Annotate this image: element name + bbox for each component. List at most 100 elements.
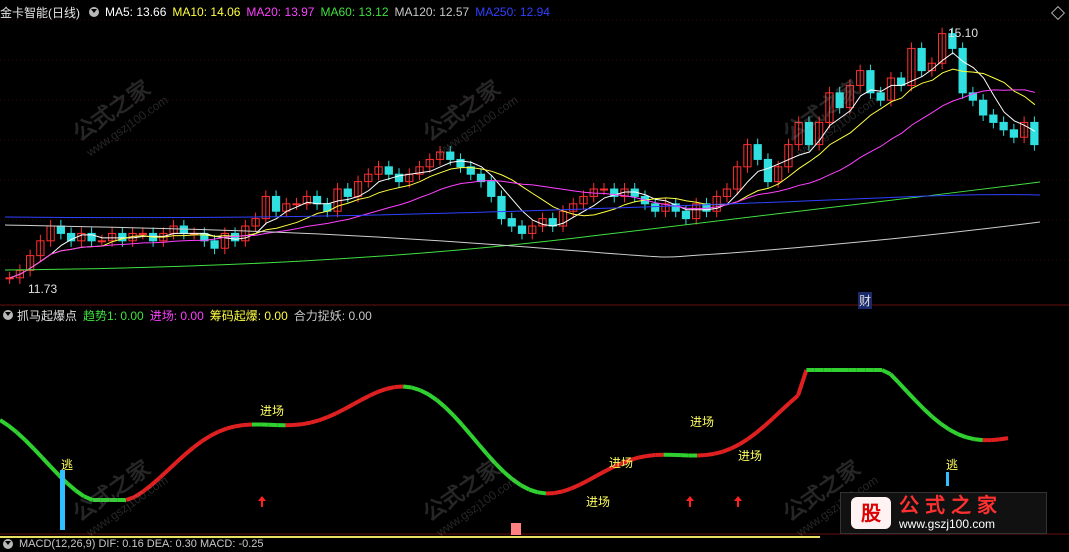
indicator-segment xyxy=(722,449,730,452)
indicator-segment xyxy=(50,466,58,475)
candle xyxy=(488,182,495,197)
indicator-segment xyxy=(34,449,42,458)
candle xyxy=(1031,122,1038,144)
indicator-segment xyxy=(67,483,75,490)
indicator-header: 抓马起爆点 趋势1: 0.00 进场: 0.00 筹码起爆: 0.00 合力捉妖… xyxy=(0,307,378,323)
indicator-segment xyxy=(0,420,8,426)
indicator-segment xyxy=(428,394,436,400)
candle xyxy=(385,167,392,174)
indicator-segment xyxy=(638,456,646,458)
indicator-segment xyxy=(781,403,789,411)
indicator-segment xyxy=(773,411,781,419)
indicator-segment xyxy=(302,423,310,425)
up-arrow-icon xyxy=(734,496,742,507)
candle xyxy=(764,159,771,181)
ma20-value: MA20: 13.97 xyxy=(246,5,314,19)
indicator-segment xyxy=(890,374,898,383)
indicator-segment xyxy=(882,370,890,374)
macd-dropdown-icon[interactable] xyxy=(3,539,13,549)
candle xyxy=(980,100,987,115)
indicator-segment xyxy=(42,457,50,466)
indicator-segment xyxy=(647,455,655,456)
brand-logo-icon: 股 xyxy=(851,497,891,529)
indicator-segment xyxy=(529,490,537,493)
entry-signal-label: 进场 xyxy=(609,454,633,471)
indicator-segment xyxy=(949,430,957,434)
indicator-segment xyxy=(386,387,394,389)
indicator-segment xyxy=(941,424,949,430)
macd-header: MACD(12,26,9) DIF: 0.16 DEA: 0.30 MACD: … xyxy=(0,536,270,552)
candle xyxy=(180,226,187,233)
chart-canvas[interactable] xyxy=(0,0,1069,547)
indicator-segment xyxy=(344,405,352,410)
up-arrow-icon xyxy=(686,496,694,507)
stock-title[interactable]: 金卡智能(日线) xyxy=(0,4,80,21)
indicator-segment xyxy=(974,439,982,440)
escape-bar xyxy=(60,470,65,530)
indicator-segment xyxy=(764,418,772,426)
indicator-segment xyxy=(1000,438,1008,439)
indicator-segment xyxy=(563,489,571,492)
escape-signal-label: 逃 xyxy=(61,456,73,473)
indicator-segment xyxy=(907,392,915,401)
brand-badge[interactable]: 股 公式之家 www.gszj100.com xyxy=(840,492,1047,534)
candle xyxy=(652,204,659,211)
candle xyxy=(293,204,300,205)
indicator-segment xyxy=(756,426,764,433)
macd-values: MACD(12,26,9) DIF: 0.16 DEA: 0.30 MACD: … xyxy=(19,538,264,550)
indicator-segment xyxy=(378,389,386,392)
indicator-name[interactable]: 抓马起爆点 xyxy=(17,307,77,324)
high-price-label: 15.10 xyxy=(948,26,978,40)
indicator-segment xyxy=(470,435,478,445)
indicator-segment xyxy=(168,462,176,470)
entry-signal-label: 进场 xyxy=(260,402,284,419)
indicator-segment xyxy=(538,492,546,493)
candle xyxy=(754,145,761,160)
indicator-segment xyxy=(596,471,604,476)
candle xyxy=(313,196,320,203)
indicator-segment xyxy=(798,370,806,396)
finance-marker[interactable]: 财 xyxy=(858,292,872,309)
indicator-segment xyxy=(445,407,453,415)
indicator-segment xyxy=(294,424,302,425)
candle xyxy=(1000,122,1007,129)
indicator-segment xyxy=(571,485,579,489)
indicator-segment xyxy=(554,491,562,493)
settings-dropdown-icon[interactable] xyxy=(89,7,99,17)
indicator-segment xyxy=(706,454,714,455)
indicator-segment xyxy=(25,440,33,448)
indicator-segment xyxy=(311,420,319,422)
indicator-segment xyxy=(361,396,369,400)
candle xyxy=(211,241,218,248)
indicator-segment xyxy=(521,485,529,489)
volume-block xyxy=(511,523,521,535)
indicator-segment xyxy=(336,409,344,413)
indicator-segment xyxy=(8,426,16,433)
entry-value: 进场: 0.00 xyxy=(150,307,204,324)
ma120-value: MA120: 12.57 xyxy=(395,5,470,19)
indicator-segment xyxy=(202,436,210,441)
indicator-segment xyxy=(916,401,924,410)
candle xyxy=(139,233,146,234)
indicator-segment xyxy=(462,425,470,435)
indicator-segment xyxy=(966,437,974,439)
indicator-segment xyxy=(210,432,218,436)
trend1-value: 趋势1: 0.00 xyxy=(83,307,144,324)
candle xyxy=(272,196,279,211)
indicator-segment xyxy=(739,439,747,444)
indicator-segment xyxy=(924,409,932,417)
ma10-value: MA10: 14.06 xyxy=(172,5,240,19)
low-price-label: 11.73 xyxy=(28,282,57,296)
indicator-segment xyxy=(17,432,25,440)
indicator-segment xyxy=(412,388,420,391)
candle xyxy=(990,115,997,122)
candle xyxy=(918,48,925,70)
indicator-segment xyxy=(958,434,966,437)
entry-signal-label: 进场 xyxy=(586,493,610,510)
up-arrow-icon xyxy=(258,496,266,507)
candle xyxy=(1010,130,1017,137)
candle xyxy=(518,226,525,233)
indicator-dropdown-icon[interactable] xyxy=(3,310,13,320)
indicator-segment xyxy=(176,455,184,463)
ma60-value: MA60: 13.12 xyxy=(320,5,388,19)
